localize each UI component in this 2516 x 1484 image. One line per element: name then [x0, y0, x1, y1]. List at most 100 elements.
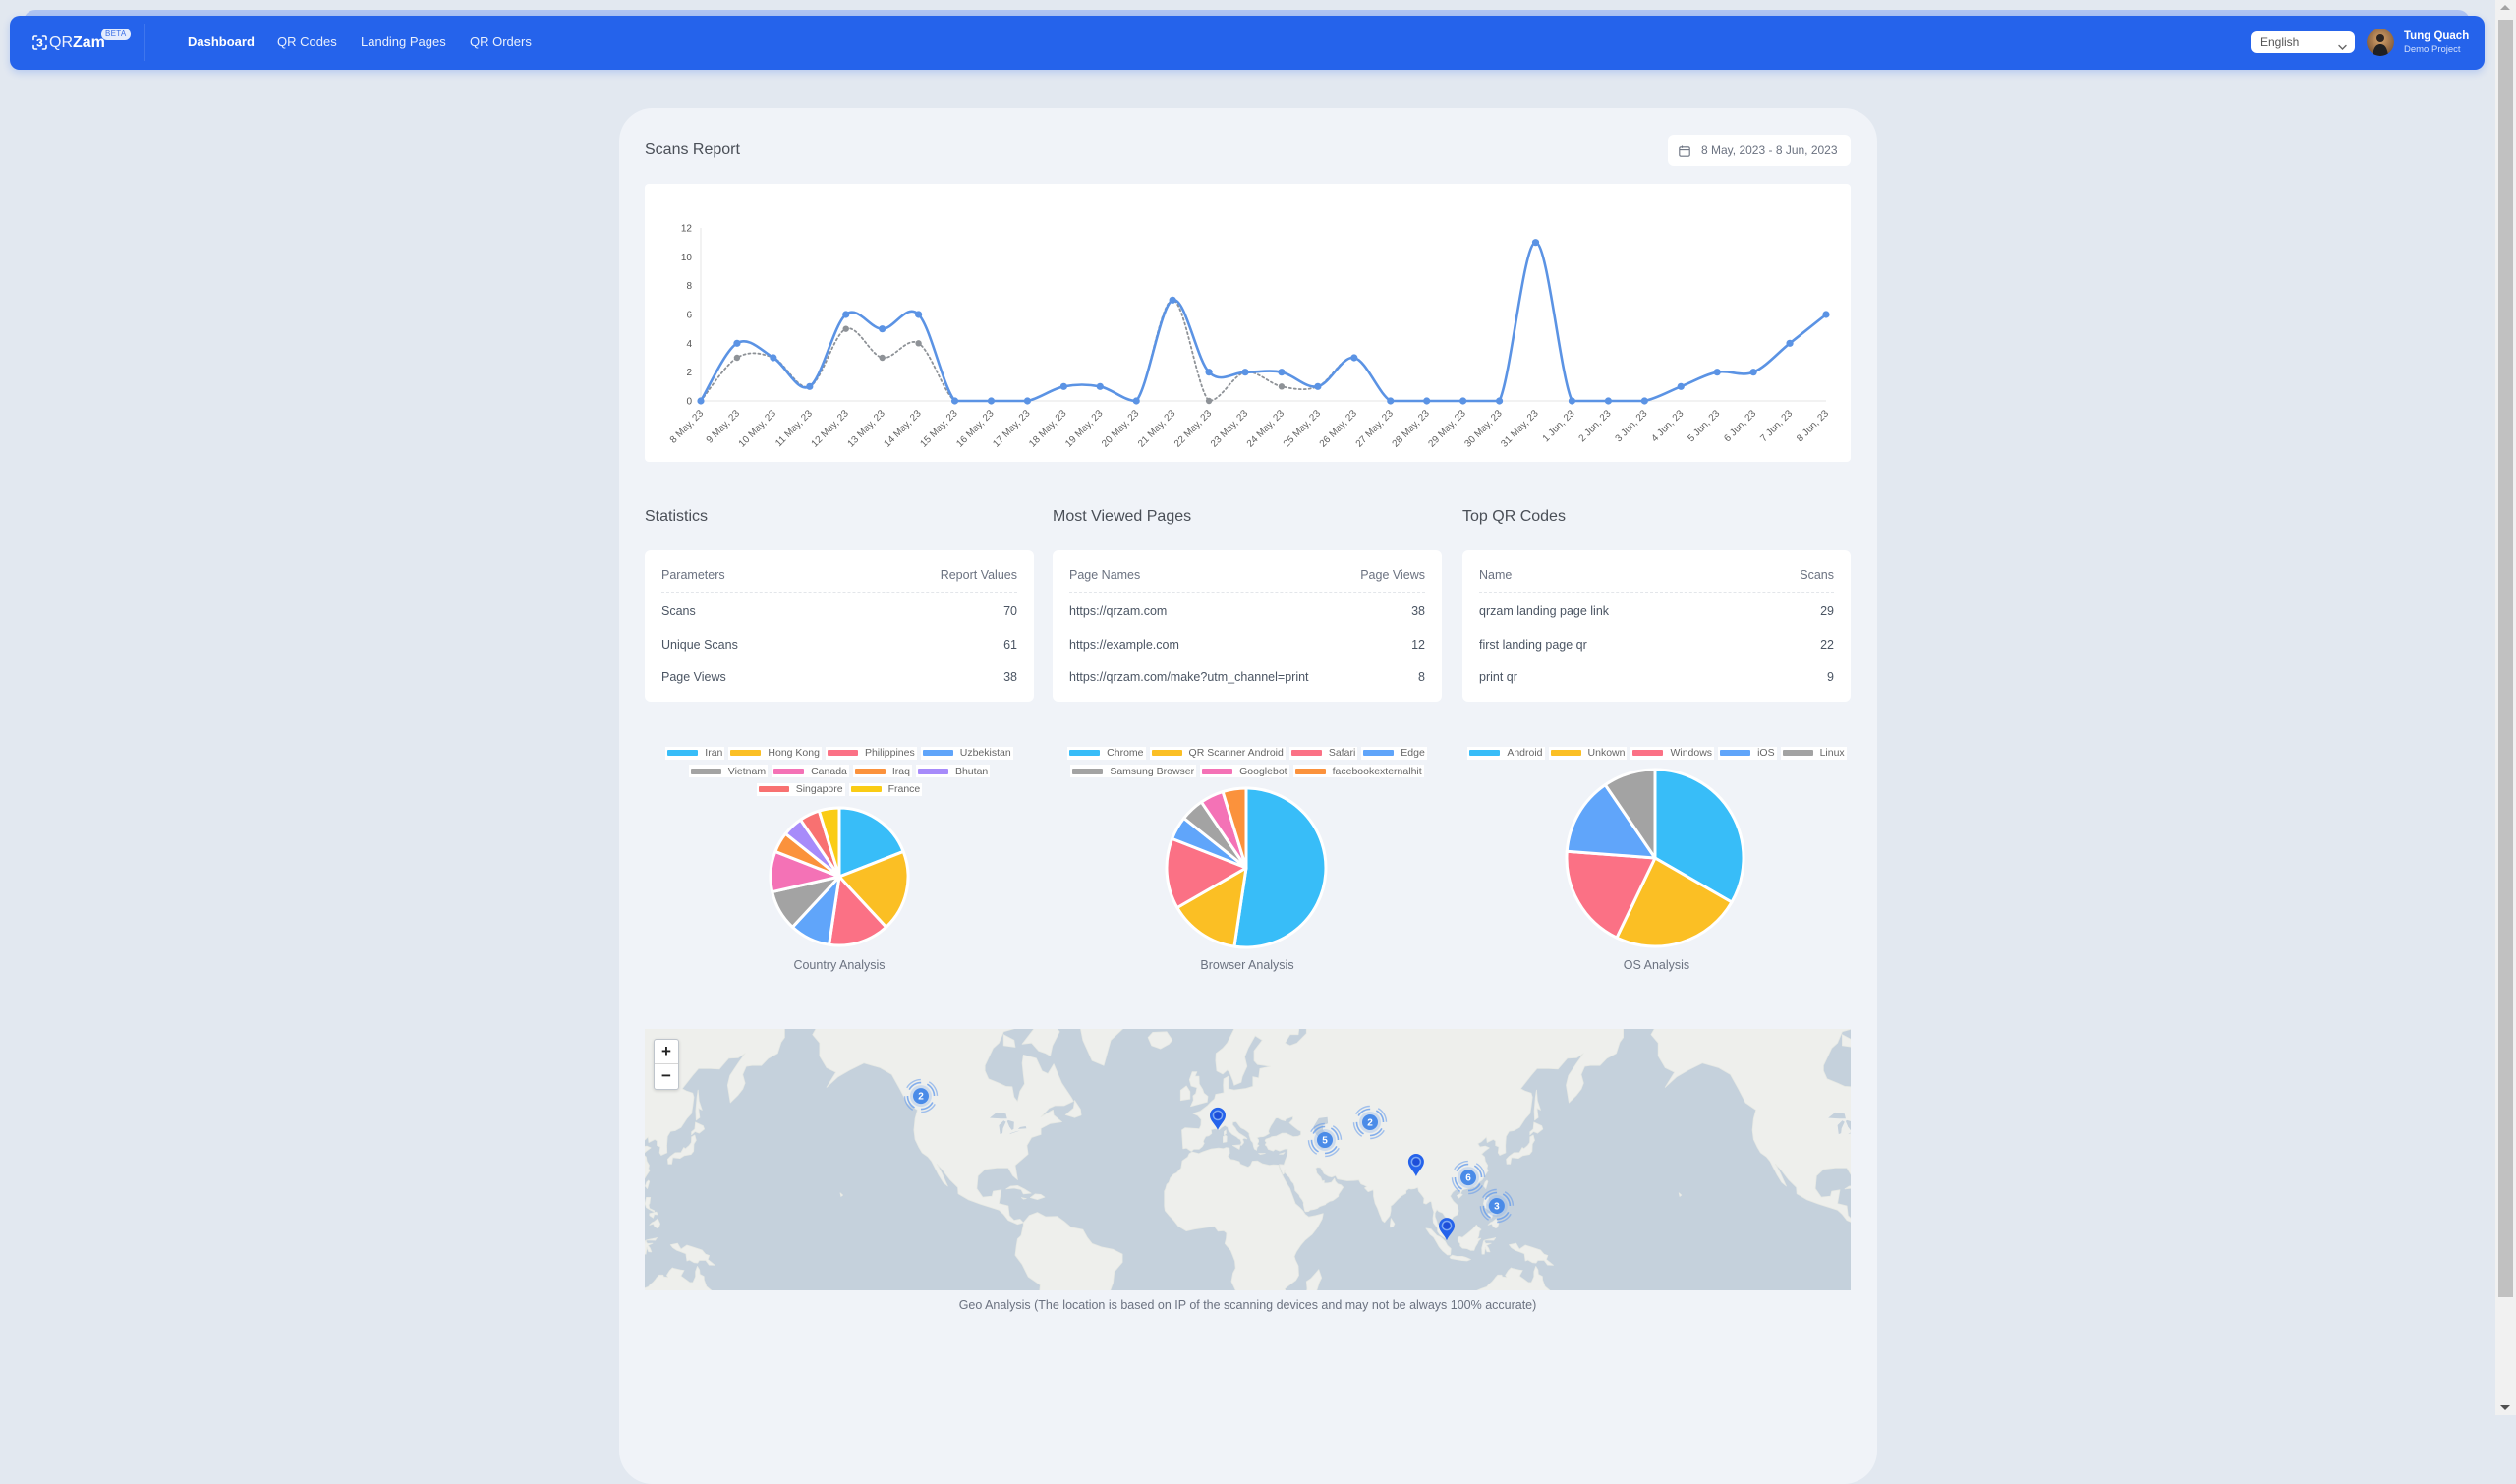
- x-tick-label: 24 May, 23: [1245, 408, 1287, 450]
- scans-point[interactable]: [1604, 397, 1612, 405]
- scans-point[interactable]: [1241, 369, 1249, 376]
- row-label: Page Views: [661, 670, 726, 684]
- header-divider: [661, 592, 1017, 593]
- map-pin-marker[interactable]: [1439, 1218, 1455, 1241]
- scans-point[interactable]: [1169, 296, 1176, 304]
- geo-map[interactable]: 2 5 2 6 3 + −: [645, 1029, 1851, 1290]
- scans-point[interactable]: [1023, 397, 1032, 405]
- legend-label: Uzbekistan: [959, 747, 1011, 760]
- scans-point[interactable]: [915, 311, 923, 318]
- scans-point[interactable]: [1713, 369, 1721, 376]
- scans-point[interactable]: [1132, 397, 1140, 405]
- cluster-count: 2: [918, 1092, 924, 1103]
- legend-item-edge[interactable]: Edge: [1361, 746, 1427, 760]
- legend-item-android[interactable]: Android: [1467, 746, 1545, 760]
- scans-point[interactable]: [1640, 397, 1648, 405]
- x-tick-label: 20 May, 23: [1100, 408, 1142, 450]
- scans-point[interactable]: [1495, 397, 1504, 405]
- legend-item-philippines[interactable]: Philippines: [825, 746, 917, 760]
- page-url: https://example.com: [1069, 638, 1179, 652]
- table-row: Scans 70: [661, 603, 1017, 619]
- os-pie-chart: [1565, 768, 1745, 948]
- land-shape: [839, 1192, 843, 1197]
- unique-scans-point[interactable]: [1205, 397, 1213, 405]
- scans-point[interactable]: [806, 382, 814, 390]
- column-header-parameters: Parameters: [661, 568, 725, 582]
- scrollbar-thumb[interactable]: [2498, 20, 2513, 1297]
- os-legend: Android Unkown Windows iOS Linux: [1462, 744, 1852, 763]
- world-map[interactable]: 2 5 2 6 3: [645, 1029, 1851, 1290]
- column-header-page-views: Page Views: [1360, 568, 1425, 582]
- scroll-up-arrow-icon[interactable]: [2500, 5, 2510, 10]
- scans-point[interactable]: [733, 339, 741, 347]
- legend-item-ios[interactable]: iOS: [1718, 746, 1777, 760]
- scans-point[interactable]: [879, 325, 886, 333]
- scans-point[interactable]: [697, 397, 705, 405]
- scans-point[interactable]: [1568, 397, 1576, 405]
- scans-point[interactable]: [1059, 382, 1067, 390]
- language-select[interactable]: English: [2251, 31, 2355, 53]
- legend-label: Edge: [1401, 747, 1425, 760]
- land-shape: [1188, 1071, 1209, 1108]
- beta-badge: BETA: [101, 29, 131, 40]
- legend-label: Windows: [1670, 747, 1713, 760]
- nav-item-dashboard[interactable]: Dashboard: [188, 34, 255, 50]
- land-shape: [1487, 1218, 1500, 1229]
- legend-item-windows[interactable]: Windows: [1630, 746, 1715, 760]
- scans-point[interactable]: [1423, 397, 1431, 405]
- scans-point[interactable]: [1387, 397, 1395, 405]
- legend-label: Unkown: [1587, 747, 1626, 760]
- unique-scans-point[interactable]: [1278, 383, 1286, 390]
- table-row: https://example.com 12: [1069, 637, 1425, 653]
- unique-scans-point[interactable]: [879, 354, 886, 362]
- logo[interactable]: QRZam BETA: [31, 26, 147, 59]
- land-shape: [1279, 1152, 1286, 1155]
- legend-item-unkown[interactable]: Unkown: [1548, 746, 1628, 760]
- pie-slice-chrome[interactable]: [1232, 786, 1328, 949]
- unique-scans-point[interactable]: [842, 325, 849, 332]
- scans-point[interactable]: [770, 354, 777, 362]
- scans-point[interactable]: [1459, 397, 1467, 405]
- scroll-down-arrow-icon[interactable]: [2500, 1405, 2510, 1410]
- legend-item-chrome[interactable]: Chrome: [1067, 746, 1146, 760]
- map-zoom-in-button[interactable]: +: [655, 1040, 678, 1064]
- navbar: QRZam BETA Dashboard QR Codes Landing Pa…: [10, 16, 2485, 70]
- scans-point[interactable]: [1350, 354, 1358, 362]
- qr-code-name: qrzam landing page link: [1479, 604, 1610, 618]
- land-shape: [1529, 1121, 1544, 1136]
- legend-item-iran[interactable]: Iran: [665, 746, 725, 760]
- unique-scans-point[interactable]: [733, 354, 741, 362]
- date-range-picker[interactable]: 8 May, 2023 - 8 Jun, 2023: [1668, 135, 1851, 166]
- x-tick-label: 15 May, 23: [918, 408, 960, 450]
- scans-point[interactable]: [950, 397, 959, 405]
- legend-item-linux[interactable]: Linux: [1780, 746, 1847, 760]
- nav-item-landing-pages[interactable]: Landing Pages: [361, 34, 446, 50]
- legend-item-hong-kong[interactable]: Hong Kong: [728, 746, 822, 760]
- user-avatar[interactable]: [2367, 29, 2394, 56]
- scans-point[interactable]: [987, 397, 996, 405]
- legend-swatch: [1069, 750, 1101, 757]
- scans-point[interactable]: [1205, 369, 1213, 376]
- user-name[interactable]: Tung Quach: [2404, 30, 2469, 43]
- scans-point[interactable]: [1786, 339, 1794, 347]
- scans-point[interactable]: [1531, 239, 1540, 247]
- legend-label: iOS: [1757, 747, 1775, 760]
- scans-point[interactable]: [1822, 311, 1830, 318]
- scans-point[interactable]: [1677, 382, 1685, 390]
- scans-point[interactable]: [1278, 369, 1286, 376]
- scans-point[interactable]: [1314, 382, 1322, 390]
- scans-point[interactable]: [1096, 382, 1104, 390]
- land-shape: [649, 1211, 658, 1219]
- scans-point[interactable]: [1749, 369, 1757, 376]
- legend-item-qr-scanner-android[interactable]: QR Scanner Android: [1149, 746, 1286, 760]
- most-viewed-pages-table: Page Names Page Views https://qrzam.com 3…: [1053, 550, 1442, 702]
- nav-item-qr-codes[interactable]: QR Codes: [277, 34, 337, 50]
- legend-item-uzbekistan[interactable]: Uzbekistan: [920, 746, 1013, 760]
- page-url: https://qrzam.com/make?utm_channel=print: [1069, 670, 1309, 684]
- map-zoom-out-button[interactable]: −: [655, 1064, 678, 1088]
- unique-scans-point[interactable]: [915, 340, 922, 347]
- scans-point[interactable]: [842, 311, 850, 318]
- nav-item-qr-orders[interactable]: QR Orders: [470, 34, 532, 50]
- legend-label: Hong Kong: [768, 747, 820, 760]
- legend-item-safari[interactable]: Safari: [1288, 746, 1358, 760]
